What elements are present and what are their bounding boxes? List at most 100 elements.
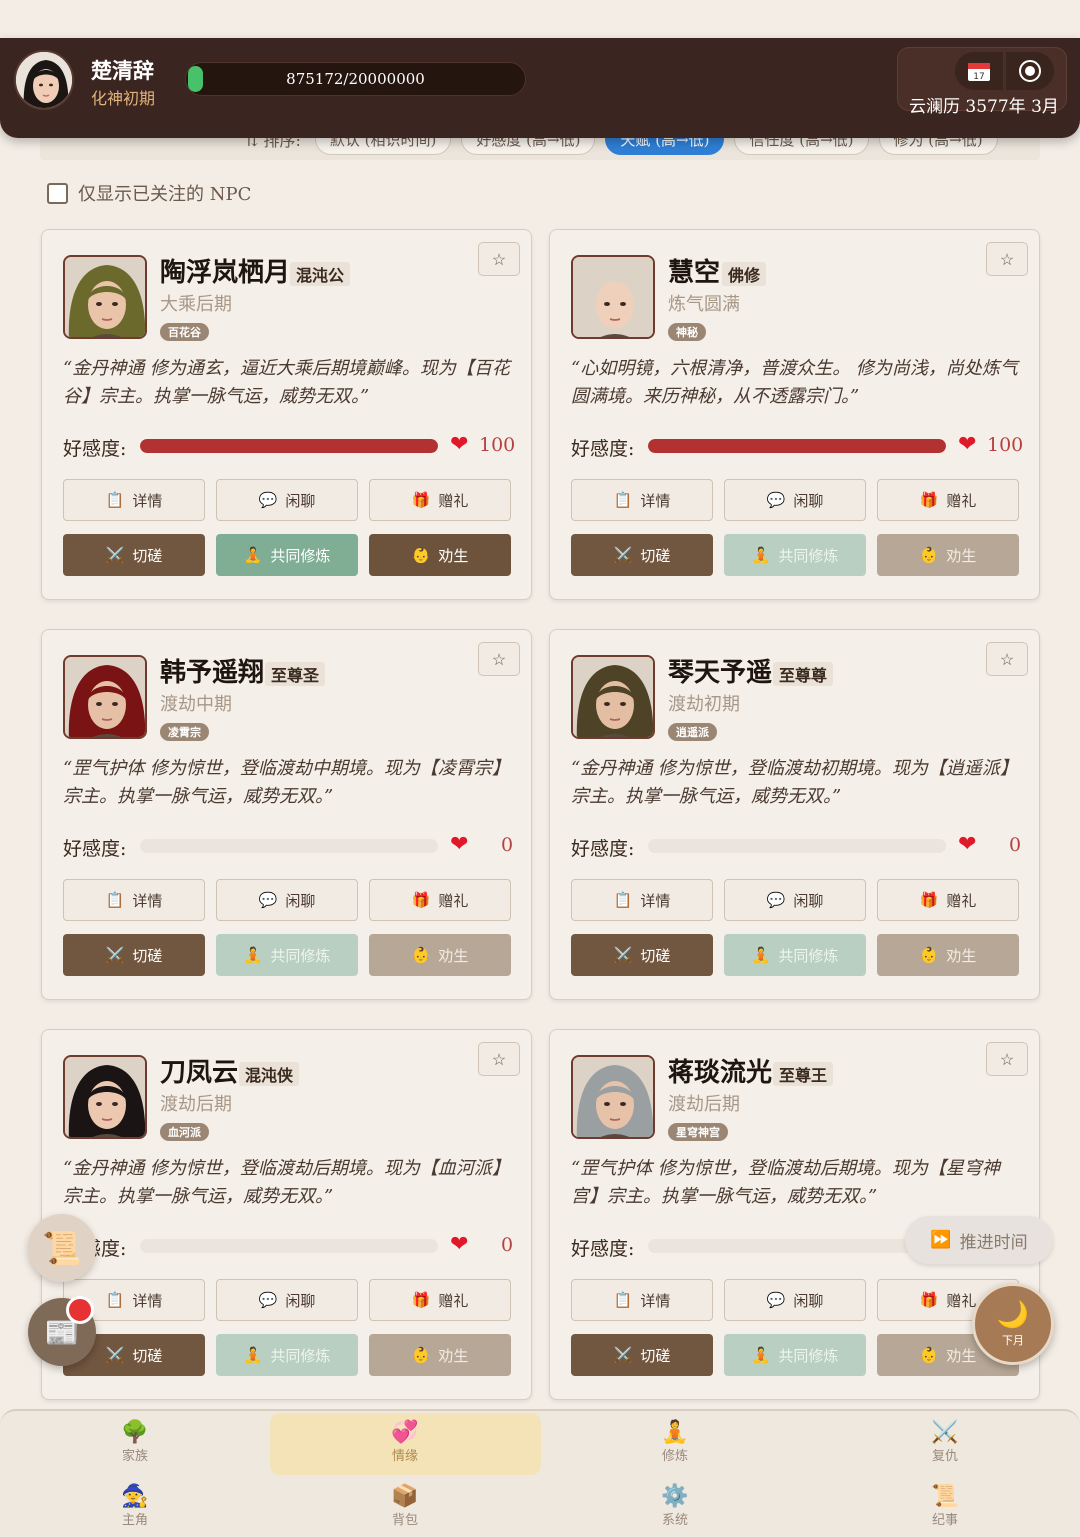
persuade-button[interactable]: 👶 劝生	[877, 534, 1019, 576]
gift-button[interactable]: 🎁 赠礼	[369, 1279, 511, 1321]
player-avatar[interactable]	[14, 50, 74, 110]
spar-button[interactable]: ⚔️ 切磋	[571, 534, 713, 576]
npc-title-badge: 混沌侠	[239, 1062, 300, 1086]
nav-tab-2[interactable]: 🧘 修炼	[540, 1420, 810, 1465]
chat-button[interactable]: 💬 闲聊	[724, 1279, 866, 1321]
spar-label: 切磋	[132, 1346, 163, 1365]
next-month-label: 下月	[1002, 1334, 1024, 1347]
cultivate-together-button[interactable]: 🧘 共同修炼	[216, 534, 358, 576]
advance-time-button[interactable]: ⏩ 推进时间	[905, 1216, 1053, 1264]
chat-button[interactable]: 💬 闲聊	[724, 879, 866, 921]
affection-fill	[140, 439, 438, 453]
gift-icon: 🎁	[411, 891, 431, 909]
follow-star-button[interactable]: ☆	[986, 242, 1028, 276]
nav-tab-0[interactable]: 🌳 家族	[0, 1421, 270, 1465]
gift-icon: 🎁	[411, 1291, 431, 1309]
clipboard-icon: 📋	[105, 491, 125, 509]
next-month-button[interactable]: 🌙 下月	[972, 1283, 1054, 1365]
nav-label: 背包	[391, 1513, 418, 1528]
detail-button[interactable]: 📋 详情	[63, 479, 205, 521]
npc-avatar[interactable]	[63, 255, 147, 339]
detail-button[interactable]: 📋 详情	[63, 879, 205, 921]
detail-button[interactable]: 📋 详情	[571, 1279, 713, 1321]
heart-icon: ❤	[958, 432, 977, 457]
gift-button[interactable]: 🎁 赠礼	[369, 479, 511, 521]
cultivate-together-button[interactable]: 🧘 共同修炼	[724, 534, 866, 576]
npc-avatar[interactable]	[63, 655, 147, 739]
cultivate-together-button[interactable]: 🧘 共同修炼	[216, 934, 358, 976]
nav-tab-4[interactable]: 🧙 主角	[0, 1485, 270, 1529]
exp-bar: 875172/20000000	[185, 62, 526, 96]
follow-star-button[interactable]: ☆	[986, 1042, 1028, 1076]
npc-avatar[interactable]	[571, 1055, 655, 1139]
gift-button[interactable]: 🎁 赠礼	[877, 479, 1019, 521]
npc-card: 慧空 佛修 炼气圆满 神秘 ☆ “心如明镜，六根清净，普渡众生。 修为尚浅，尚处…	[549, 229, 1040, 600]
follow-star-button[interactable]: ☆	[478, 1042, 520, 1076]
spar-button[interactable]: ⚔️ 切磋	[571, 1334, 713, 1376]
gift-button[interactable]: 🎁 赠礼	[369, 879, 511, 921]
nav-icon: 💞	[391, 1420, 419, 1445]
affection-value: 0	[501, 1234, 514, 1256]
nav-label: 情缘	[391, 1449, 418, 1464]
follow-star-button[interactable]: ☆	[986, 642, 1028, 676]
affection-value: 100	[479, 434, 516, 456]
cultivate-together-button[interactable]: 🧘 共同修炼	[724, 934, 866, 976]
scroll-icon[interactable]: 📜	[28, 1214, 96, 1282]
chat-button[interactable]: 💬 闲聊	[216, 479, 358, 521]
npc-quote: “罡气护体 修为惊世，登临渡劫中期境。现为【凌霄宗】宗主。执掌一脉气运，威势无双…	[63, 758, 510, 807]
spar-button[interactable]: ⚔️ 切磋	[63, 934, 205, 976]
follow-filter[interactable]: 仅显示已关注的 NPC	[47, 180, 251, 206]
gift-button[interactable]: 🎁 赠礼	[877, 879, 1019, 921]
persuade-button[interactable]: 👶 劝生	[369, 534, 511, 576]
npc-avatar[interactable]	[571, 255, 655, 339]
crossed-swords-icon: ⚔️	[105, 946, 125, 964]
chat-label: 闲聊	[285, 1291, 316, 1310]
spar-button[interactable]: ⚔️ 切磋	[571, 934, 713, 976]
advance-time-label: 推进时间	[959, 1232, 1028, 1253]
follow-star-button[interactable]: ☆	[478, 242, 520, 276]
clipboard-icon: 📋	[613, 891, 633, 909]
baby-icon: 👶	[919, 546, 939, 564]
meditation-icon: 🧘	[243, 946, 263, 964]
speech-bubble-icon: 💬	[766, 891, 786, 909]
npc-avatar[interactable]	[63, 1055, 147, 1139]
npc-realm: 渡劫初期	[668, 694, 740, 715]
detail-button[interactable]: 📋 详情	[571, 479, 713, 521]
cultivate-together-button[interactable]: 🧘 共同修炼	[724, 1334, 866, 1376]
npc-title-badge: 混沌公	[290, 262, 351, 286]
cultivate-together-button[interactable]: 🧘 共同修炼	[216, 1334, 358, 1376]
chat-button[interactable]: 💬 闲聊	[216, 1279, 358, 1321]
gift-icon: 🎁	[919, 1291, 939, 1309]
npc-realm: 渡劫中期	[160, 694, 232, 715]
nav-tab-6[interactable]: ⚙️ 系统	[540, 1485, 810, 1529]
follow-star-button[interactable]: ☆	[478, 642, 520, 676]
chat-button[interactable]: 💬 闲聊	[724, 479, 866, 521]
chat-button[interactable]: 💬 闲聊	[216, 879, 358, 921]
calendar-icon[interactable]: 17	[955, 52, 1003, 90]
nav-icon: 🧘	[661, 1420, 689, 1445]
detail-button[interactable]: 📋 详情	[571, 879, 713, 921]
npc-quote: “心如明镜，六根清净，普渡众生。 修为尚浅，尚处炼气圆满境。来历神秘，从不透露宗…	[571, 358, 1018, 407]
nav-tab-1[interactable]: 💞 情缘	[270, 1420, 540, 1465]
meditation-icon: 🧘	[751, 946, 771, 964]
nav-tab-7[interactable]: 📜 纪事	[810, 1485, 1080, 1529]
persuade-button[interactable]: 👶 劝生	[369, 1334, 511, 1376]
npc-sect-badge: 凌霄宗	[160, 723, 209, 741]
chat-label: 闲聊	[793, 891, 824, 910]
persuade-button[interactable]: 👶 劝生	[369, 934, 511, 976]
nav-tab-5[interactable]: 📦 背包	[270, 1485, 540, 1529]
npc-realm: 渡劫后期	[160, 1094, 232, 1115]
player-realm: 化神初期	[91, 89, 156, 108]
npc-avatar[interactable]	[571, 655, 655, 739]
calendar-date: 云澜历 3577年 3月	[909, 97, 1059, 117]
npc-card: 琴天予遥 至尊尊 渡劫初期 逍遥派 ☆ “金丹神通 修为惊世，登临渡劫初期境。现…	[549, 629, 1040, 1000]
persuade-button[interactable]: 👶 劝生	[877, 934, 1019, 976]
nav-tab-3[interactable]: ⚔️ 复仇	[810, 1421, 1080, 1465]
spar-button[interactable]: ⚔️ 切磋	[63, 534, 205, 576]
record-icon[interactable]	[1006, 52, 1054, 90]
speech-bubble-icon: 💬	[766, 491, 786, 509]
chat-label: 闲聊	[285, 891, 316, 910]
crossed-swords-icon: ⚔️	[613, 1346, 633, 1364]
gift-label: 赠礼	[946, 1291, 977, 1310]
follow-filter-checkbox[interactable]	[47, 182, 68, 204]
